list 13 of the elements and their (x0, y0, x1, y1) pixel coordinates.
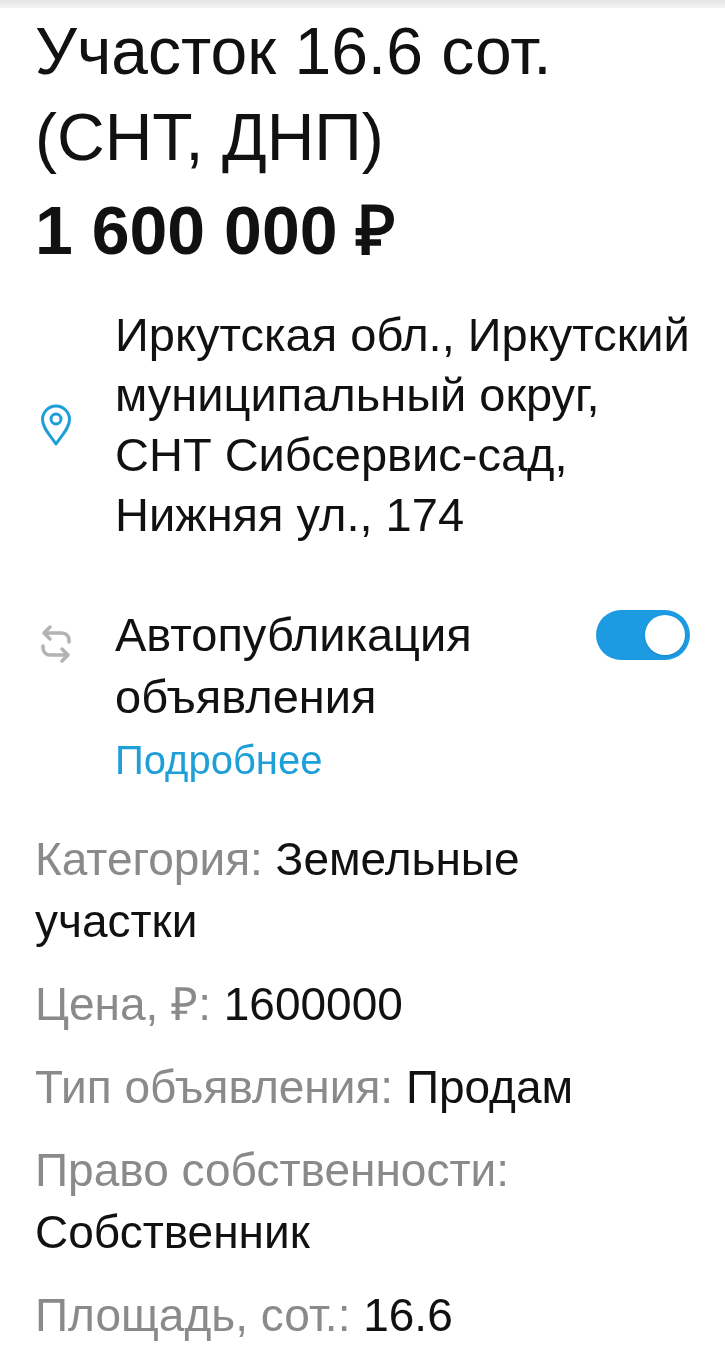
location-pin-icon (40, 404, 72, 446)
address-text: Иркутская обл., Иркутский муниципальный округ, СНТ Сибсервис-сад, Нижняя ул., 174 (115, 307, 691, 543)
property-detail: Тип объявления: Продам (35, 1060, 575, 1115)
details-link[interactable]: Подробнее (115, 735, 323, 785)
listing-title: Участок 16.6 сот. (СНТ, ДНП) (35, 13, 553, 176)
property-detail: Цена, ₽: 1600000 (35, 977, 404, 1032)
listing-price: 1 600 000 ₽ (35, 191, 397, 270)
property-detail: Категория: Земельные участки (35, 832, 521, 949)
repeat-arrows-icon (40, 624, 72, 664)
property-detail: Площадь, сот.: 16.6 (35, 1288, 454, 1343)
toggle-switch[interactable] (596, 610, 690, 660)
autopublish-label: Автопубликация объявления (115, 607, 473, 725)
property-detail: Право собственности: Собственник (35, 1143, 510, 1260)
